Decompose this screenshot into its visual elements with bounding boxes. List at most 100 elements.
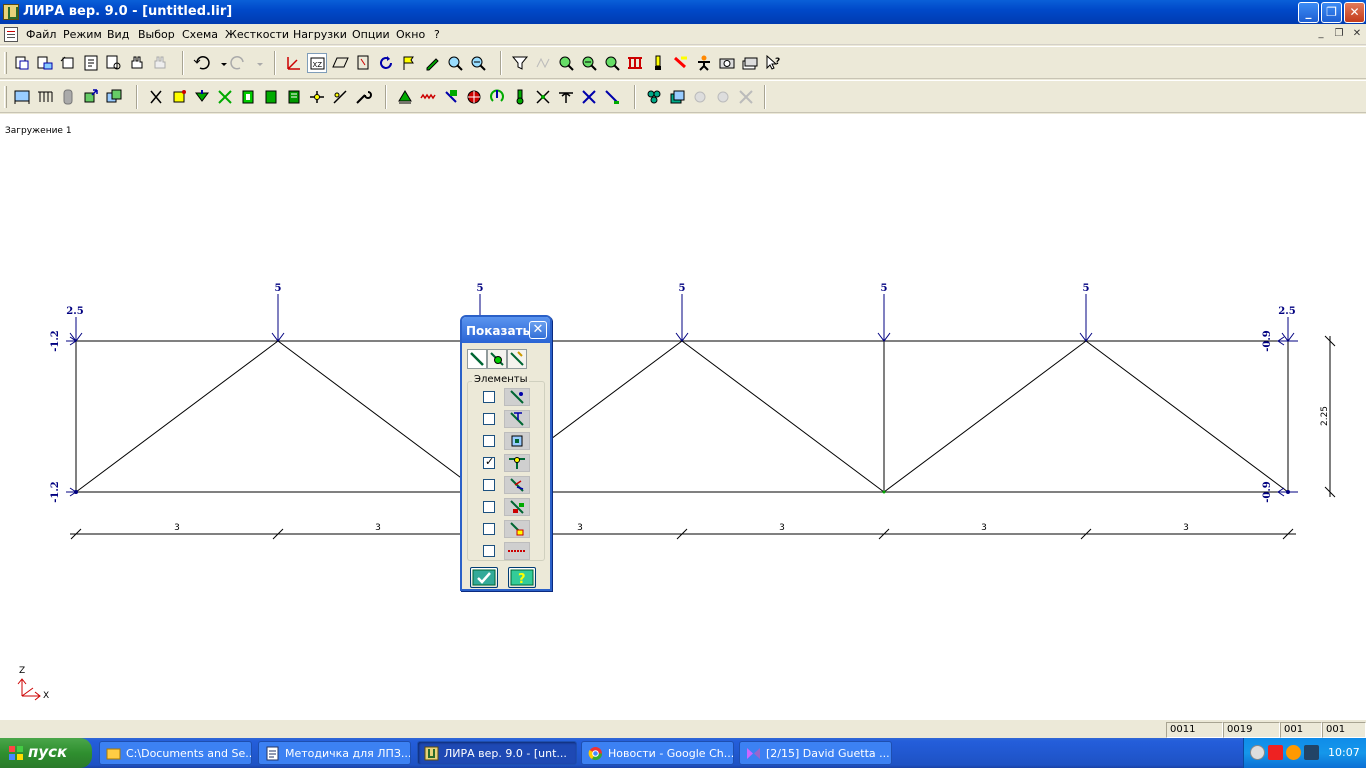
menu-mode[interactable]: Режим bbox=[63, 28, 102, 41]
projection-xy-icon[interactable] bbox=[330, 53, 350, 73]
context-help-icon[interactable]: ? bbox=[763, 53, 783, 73]
checkbox-element-rigid-inserts[interactable] bbox=[483, 523, 495, 535]
menu-options[interactable]: Опции bbox=[352, 28, 390, 41]
monitor-icon[interactable] bbox=[1304, 745, 1319, 760]
cut-icon[interactable] bbox=[146, 87, 166, 107]
maximize-button[interactable]: ❐ bbox=[1321, 2, 1342, 23]
save-file-icon[interactable] bbox=[58, 53, 78, 73]
zoom-window-icon[interactable] bbox=[602, 53, 622, 73]
menu-scheme[interactable]: Схема bbox=[182, 28, 218, 41]
rigid-insert-icon[interactable] bbox=[330, 87, 350, 107]
menu-stiffness[interactable]: Жесткости bbox=[225, 28, 289, 41]
section-icon[interactable] bbox=[238, 87, 258, 107]
zoom-in-green-icon[interactable] bbox=[556, 53, 576, 73]
cross-load-icon[interactable] bbox=[533, 87, 553, 107]
projection-yz-icon[interactable] bbox=[353, 53, 373, 73]
tab-loads[interactable] bbox=[507, 349, 527, 369]
properties-icon[interactable] bbox=[81, 53, 101, 73]
flag-icon[interactable] bbox=[399, 53, 419, 73]
close-button[interactable]: ✕ bbox=[1344, 2, 1365, 23]
checkbox-element-section[interactable] bbox=[483, 435, 495, 447]
tab-nodes[interactable] bbox=[487, 349, 507, 369]
title-bar[interactable]: ЛИРА вер. 9.0 - [untitled.lir] _ ❐ ✕ bbox=[0, 0, 1366, 24]
model-canvas[interactable]: Загружение 1 2.5 5 5 5 5 5 2.5 -1.2 -1.2… bbox=[0, 114, 1366, 719]
stiffness-icon[interactable] bbox=[261, 87, 281, 107]
undo-dropdown-icon[interactable] bbox=[214, 53, 227, 73]
lamp-icon[interactable] bbox=[648, 53, 668, 73]
tray-app-icon[interactable] bbox=[1286, 745, 1301, 760]
mdi-minimize-icon[interactable]: _ bbox=[1314, 27, 1328, 41]
zoom-icon[interactable] bbox=[445, 53, 465, 73]
camera-icon[interactable] bbox=[717, 53, 737, 73]
show-dialog[interactable]: Показать ✕ Элементы ? bbox=[460, 315, 552, 591]
stack-icon[interactable] bbox=[667, 87, 687, 107]
copy-icon[interactable] bbox=[104, 87, 124, 107]
element-load-icon[interactable] bbox=[556, 87, 576, 107]
lira-app-icon[interactable] bbox=[3, 4, 19, 20]
checkbox-element-local-axes[interactable] bbox=[483, 479, 495, 491]
layers-icon[interactable] bbox=[740, 53, 760, 73]
marker-icon[interactable] bbox=[671, 53, 691, 73]
help-button[interactable]: ? bbox=[508, 567, 536, 588]
back-arrow-icon[interactable] bbox=[1250, 745, 1265, 760]
zoom-out-icon[interactable] bbox=[468, 53, 488, 73]
task-lira[interactable]: ЛИРА вер. 9.0 - [unt... bbox=[417, 741, 577, 765]
wrench-icon[interactable] bbox=[353, 87, 373, 107]
mdi-close-icon[interactable]: ✕ bbox=[1350, 27, 1364, 41]
temperature-icon[interactable] bbox=[510, 87, 530, 107]
menu-file[interactable]: Файл bbox=[26, 28, 56, 41]
task-media-player[interactable]: [2/15] David Guetta ... bbox=[739, 741, 892, 765]
delete-load-icon[interactable] bbox=[579, 87, 599, 107]
menu-loads[interactable]: Нагрузки bbox=[293, 28, 347, 41]
open-file-icon[interactable] bbox=[35, 53, 55, 73]
rotate-icon[interactable] bbox=[376, 53, 396, 73]
arrows-icon[interactable] bbox=[215, 87, 235, 107]
node-load-icon[interactable] bbox=[395, 87, 415, 107]
move-icon[interactable] bbox=[81, 87, 101, 107]
axes-icon[interactable] bbox=[284, 53, 304, 73]
task-explorer[interactable]: C:\Documents and Se... bbox=[99, 741, 252, 765]
opera-icon[interactable] bbox=[1268, 745, 1283, 760]
checkbox-element-hinges[interactable] bbox=[483, 455, 495, 469]
target-icon[interactable] bbox=[464, 87, 484, 107]
load-arrows-icon[interactable] bbox=[441, 87, 461, 107]
grid-icon[interactable] bbox=[35, 87, 55, 107]
menu-window[interactable]: Окно bbox=[396, 28, 425, 41]
support-icon[interactable] bbox=[192, 87, 212, 107]
node-add-icon[interactable] bbox=[169, 87, 189, 107]
task-word-document[interactable]: Методичка для ЛПЗ.... bbox=[258, 741, 411, 765]
mdi-restore-icon[interactable]: ❐ bbox=[1332, 27, 1346, 41]
find-icon[interactable] bbox=[104, 53, 124, 73]
start-button[interactable]: пуск bbox=[0, 738, 92, 768]
checkbox-element-type[interactable] bbox=[483, 413, 495, 425]
truss-select-icon[interactable] bbox=[625, 53, 645, 73]
menu-help[interactable]: ? bbox=[434, 28, 440, 41]
checkbox-element-loads[interactable] bbox=[483, 545, 495, 557]
task-chrome[interactable]: Новости - Google Ch... bbox=[581, 741, 734, 765]
molecule-icon[interactable] bbox=[644, 87, 664, 107]
undo-icon[interactable] bbox=[192, 53, 212, 73]
tab-elements[interactable] bbox=[467, 349, 487, 369]
frame-icon[interactable] bbox=[12, 87, 32, 107]
toolbar-grip[interactable] bbox=[4, 86, 7, 108]
apply-button[interactable] bbox=[470, 567, 498, 588]
dialog-title-bar[interactable]: Показать ✕ bbox=[462, 317, 550, 343]
rotate-load-icon[interactable] bbox=[487, 87, 507, 107]
toolbar-grip[interactable] bbox=[4, 52, 7, 74]
checkbox-element-numbers[interactable] bbox=[483, 391, 495, 403]
hinge-icon[interactable] bbox=[307, 87, 327, 107]
projection-xz-icon[interactable]: XZ bbox=[307, 53, 327, 73]
filter-icon[interactable] bbox=[510, 53, 530, 73]
minimize-button[interactable]: _ bbox=[1298, 2, 1319, 23]
dialog-close-button[interactable]: ✕ bbox=[529, 321, 547, 339]
menu-view[interactable]: Вид bbox=[107, 28, 129, 41]
edit-load-icon[interactable] bbox=[602, 87, 622, 107]
material-icon[interactable] bbox=[284, 87, 304, 107]
checkbox-element-stiffness[interactable] bbox=[483, 501, 495, 513]
menu-select[interactable]: Выбор bbox=[138, 28, 175, 41]
pencil-icon[interactable] bbox=[422, 53, 442, 73]
new-file-icon[interactable] bbox=[12, 53, 32, 73]
document-icon[interactable] bbox=[4, 27, 18, 42]
zoom-out-green-icon[interactable] bbox=[579, 53, 599, 73]
distributed-load-icon[interactable] bbox=[418, 87, 438, 107]
